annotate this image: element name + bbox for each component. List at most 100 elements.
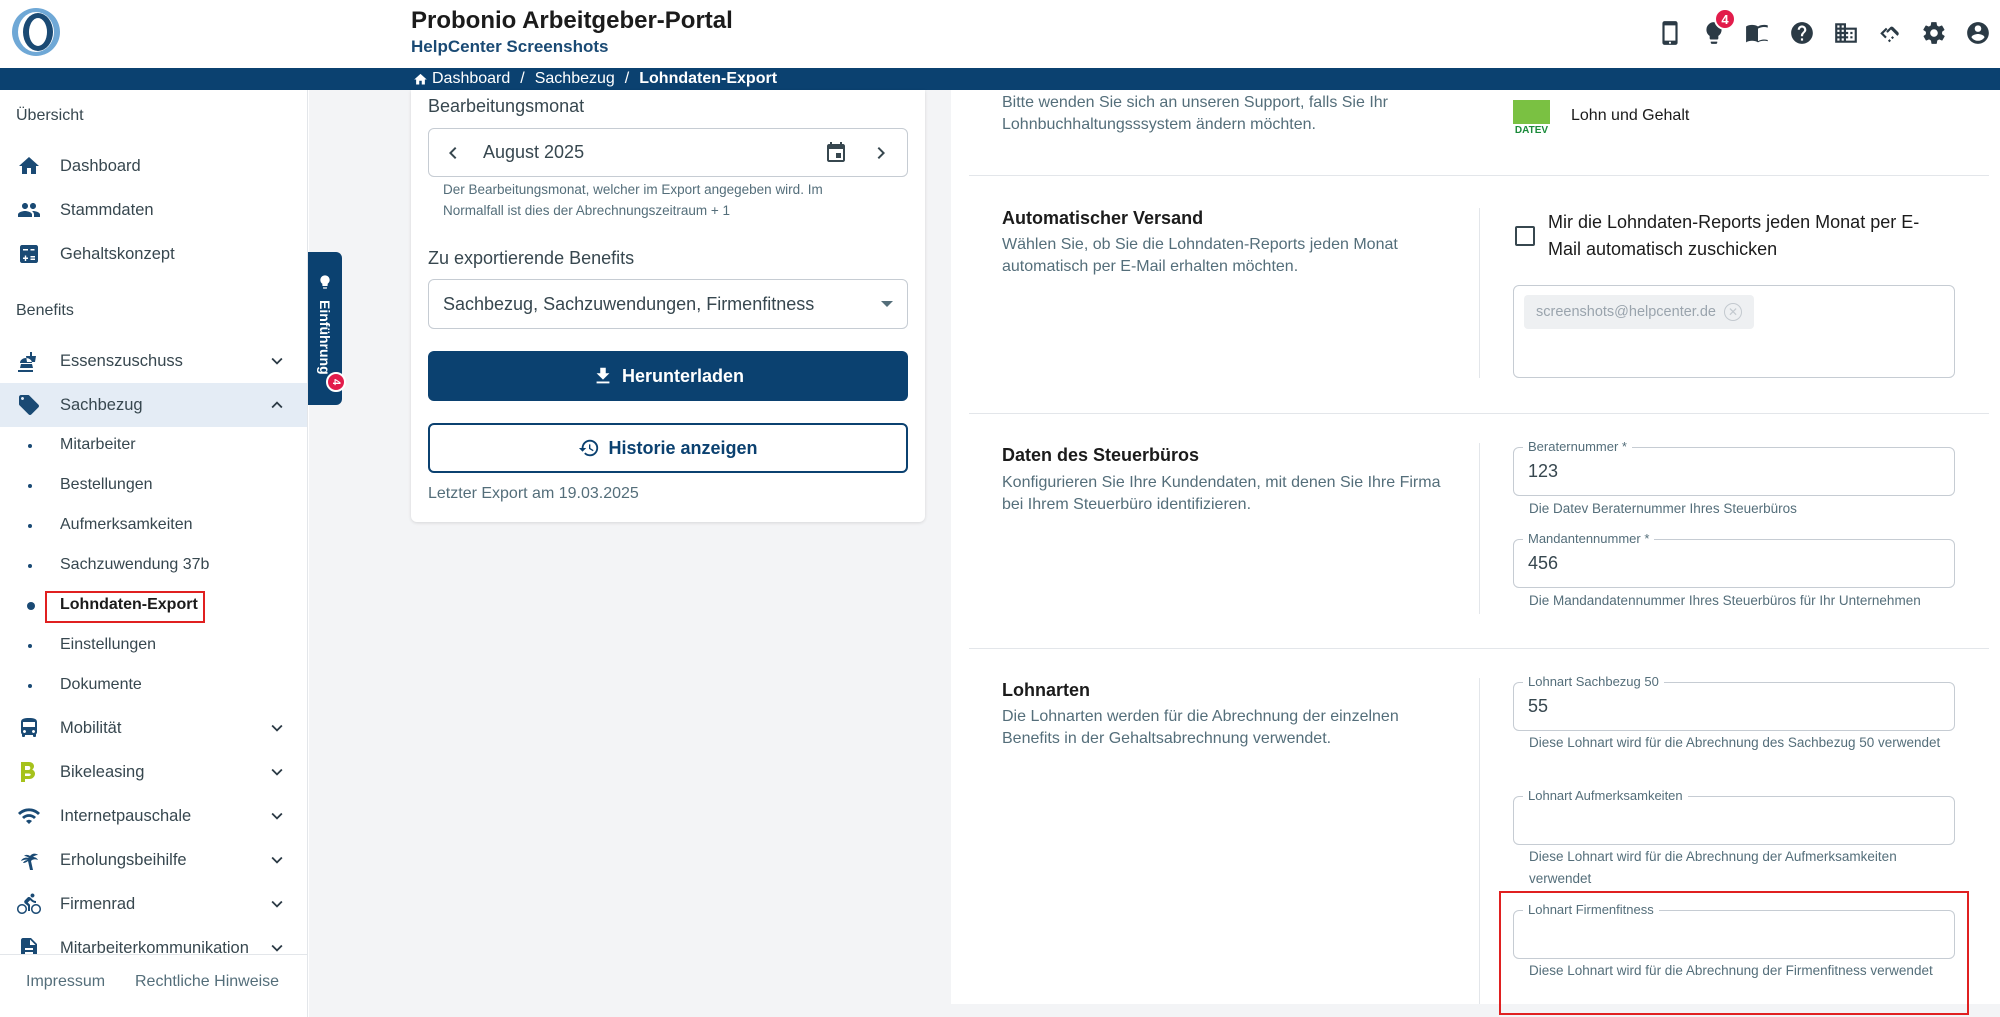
- sidebar-item-gehaltskonzept[interactable]: Gehaltskonzept: [0, 232, 307, 276]
- sidebar-subitem-aufmerksamkeiten[interactable]: Aufmerksamkeiten: [0, 507, 307, 543]
- chevron-right-icon[interactable]: [869, 141, 893, 165]
- sidebar-item-firmenrad[interactable]: Firmenrad: [0, 882, 307, 926]
- client-number-help: Die Mandandatennummer Ihres Steuerbüros …: [1529, 593, 1921, 608]
- imprint-link[interactable]: Impressum: [26, 973, 105, 991]
- header-icons: 4: [1648, 8, 2000, 50]
- notification-badge: 4: [1714, 8, 1736, 30]
- mobile-app-icon[interactable]: [1648, 16, 1692, 50]
- client-number-value: 456: [1528, 553, 1559, 573]
- bullet: [28, 684, 32, 688]
- support-text: Bitte wenden Sie sich an unseren Support…: [1002, 94, 1388, 133]
- chevron-down-icon[interactable]: [266, 805, 288, 827]
- sidebar-item-label: Essenszuschuss: [60, 351, 183, 370]
- sidebar-item-stammdaten[interactable]: Stammdaten: [0, 188, 307, 232]
- book-icon[interactable]: [1736, 16, 1780, 50]
- client-number-field[interactable]: Mandantennummer * 456: [1513, 531, 1955, 588]
- bullet: [28, 564, 32, 568]
- chevron-up-icon[interactable]: [266, 394, 288, 416]
- app-subtitle: HelpCenter Screenshots: [411, 37, 609, 56]
- sidebar-item-label: Bikeleasing: [60, 762, 145, 781]
- sidebar-item-internetpauschale[interactable]: Internetpauschale: [0, 794, 307, 838]
- handshake-icon[interactable]: [1868, 16, 1912, 50]
- sidebar-item-dashboard[interactable]: Dashboard: [0, 144, 307, 188]
- wage-type-sachbezug-label: Lohnart Sachbezug 50: [1523, 674, 1664, 690]
- home-icon: [414, 73, 427, 84]
- intro-tab[interactable]: Einführung 4: [308, 252, 346, 405]
- sidebar: Übersicht Dashboard Stammdaten Gehaltsko…: [0, 90, 308, 1017]
- settings-icon[interactable]: [1912, 16, 1956, 50]
- benefits-select[interactable]: Sachbezug, Sachzuwendungen, Firmenfitnes…: [428, 279, 908, 329]
- sidebar-item-bikeleasing[interactable]: Bikeleasing: [0, 750, 307, 794]
- sidebar-subitem-einstellungen[interactable]: Einstellungen: [0, 627, 307, 663]
- tax-office-description: Konfigurieren Sie Ihre Kundendaten, mit …: [1002, 474, 1441, 513]
- dropdown-caret-icon: [881, 301, 893, 307]
- food-icon: [16, 349, 42, 373]
- sidebar-item-sachbezug[interactable]: Sachbezug: [0, 383, 307, 427]
- auto-send-checkbox-label[interactable]: Mir die Lohndaten-Reports jeden Monat pe…: [1548, 209, 1938, 263]
- month-picker[interactable]: August 2025: [428, 128, 908, 177]
- wage-type-aufmerksamkeiten-help: Diese Lohnart wird für die Abrechnung de…: [1529, 849, 1897, 886]
- home-icon: [16, 154, 42, 178]
- auto-send-checkbox[interactable]: [1515, 226, 1535, 246]
- sidebar-subitem-bestellungen[interactable]: Bestellungen: [0, 467, 307, 503]
- tag-icon: [16, 393, 42, 417]
- sidebar-subitem-mitarbeiter[interactable]: Mitarbeiter: [0, 427, 307, 463]
- chevron-down-icon[interactable]: [266, 893, 288, 915]
- breadcrumb-dashboard[interactable]: Dashboard: [432, 70, 510, 88]
- bike-icon: [16, 892, 42, 916]
- sidebar-footer: Impressum Rechtliche Hinweise: [0, 954, 307, 1017]
- chevron-down-icon[interactable]: [266, 350, 288, 372]
- probonio-logo[interactable]: [10, 6, 62, 58]
- company-icon[interactable]: [1824, 16, 1868, 50]
- sidebar-item-essenszuschuss[interactable]: Essenszuschuss: [0, 339, 307, 383]
- divider: [969, 648, 1989, 649]
- last-export-text: Letzter Export am 19.03.2025: [428, 485, 639, 502]
- divider: [1479, 678, 1480, 1004]
- sidebar-item-mobilitaet[interactable]: Mobilität: [0, 706, 307, 750]
- sidebar-subitem-label: Sachzuwendung 37b: [60, 556, 210, 573]
- wage-type-aufmerksamkeiten-field[interactable]: Lohnart Aufmerksamkeiten: [1513, 788, 1955, 845]
- wifi-icon: [16, 804, 42, 828]
- advisor-number-field[interactable]: Beraternummer * 123: [1513, 439, 1955, 496]
- divider: [1479, 208, 1480, 378]
- sidebar-subitem-dokumente[interactable]: Dokumente: [0, 667, 307, 703]
- bullet: [28, 484, 32, 488]
- email-recipients-field[interactable]: screenshots@helpcenter.de ✕: [1513, 285, 1955, 378]
- sidebar-item-erholungsbeihilfe[interactable]: Erholungsbeihilfe: [0, 838, 307, 882]
- calendar-icon[interactable]: [824, 141, 848, 165]
- section-overview: Übersicht: [16, 107, 84, 124]
- help-icon[interactable]: [1780, 16, 1824, 50]
- breadcrumb: Dashboard / Sachbezug / Lohndaten-Export: [413, 68, 777, 90]
- chevron-left-icon[interactable]: [441, 141, 465, 165]
- wage-types-heading: Lohnarten: [1002, 680, 1090, 700]
- download-button-label: Herunterladen: [621, 365, 745, 386]
- divider: [969, 413, 1989, 414]
- sidebar-item-label: Erholungsbeihilfe: [60, 850, 187, 869]
- wage-types-description: Die Lohnarten werden für die Abrechnung …: [1002, 708, 1399, 747]
- notifications-icon[interactable]: 4: [1692, 8, 1736, 50]
- breadcrumb-sachbezug[interactable]: Sachbezug: [535, 70, 615, 88]
- chevron-down-icon[interactable]: [266, 849, 288, 871]
- bullet: [28, 444, 32, 448]
- lightbulb-icon: [317, 274, 333, 290]
- payroll-system-name: Lohn und Gehalt: [1571, 107, 1690, 124]
- wage-type-sachbezug-value: 55: [1528, 696, 1549, 716]
- bus-icon: [16, 716, 42, 740]
- legal-link[interactable]: Rechtliche Hinweise: [135, 973, 279, 991]
- divider: [969, 175, 1989, 176]
- account-icon[interactable]: [1956, 16, 2000, 50]
- history-button[interactable]: Historie anzeigen: [428, 423, 908, 473]
- bullet: [28, 644, 32, 648]
- chevron-down-icon[interactable]: [266, 717, 288, 739]
- chevron-down-icon[interactable]: [266, 761, 288, 783]
- breadcrumb-separator: /: [520, 70, 525, 87]
- download-button[interactable]: Herunterladen: [428, 351, 908, 401]
- advisor-number-label: Beraternummer *: [1523, 439, 1632, 455]
- breadcrumb-bar: Dashboard / Sachbezug / Lohndaten-Export: [0, 68, 2000, 90]
- sidebar-subitem-sachzuwendung-37b[interactable]: Sachzuwendung 37b: [0, 547, 307, 583]
- history-button-label: Historie anzeigen: [608, 437, 758, 458]
- sidebar-subitem-label: Einstellungen: [60, 636, 157, 653]
- remove-chip-icon[interactable]: ✕: [1723, 303, 1742, 321]
- wage-type-sachbezug-field[interactable]: Lohnart Sachbezug 50 55: [1513, 674, 1955, 731]
- sidebar-subitem-label: Mitarbeiter: [60, 436, 136, 453]
